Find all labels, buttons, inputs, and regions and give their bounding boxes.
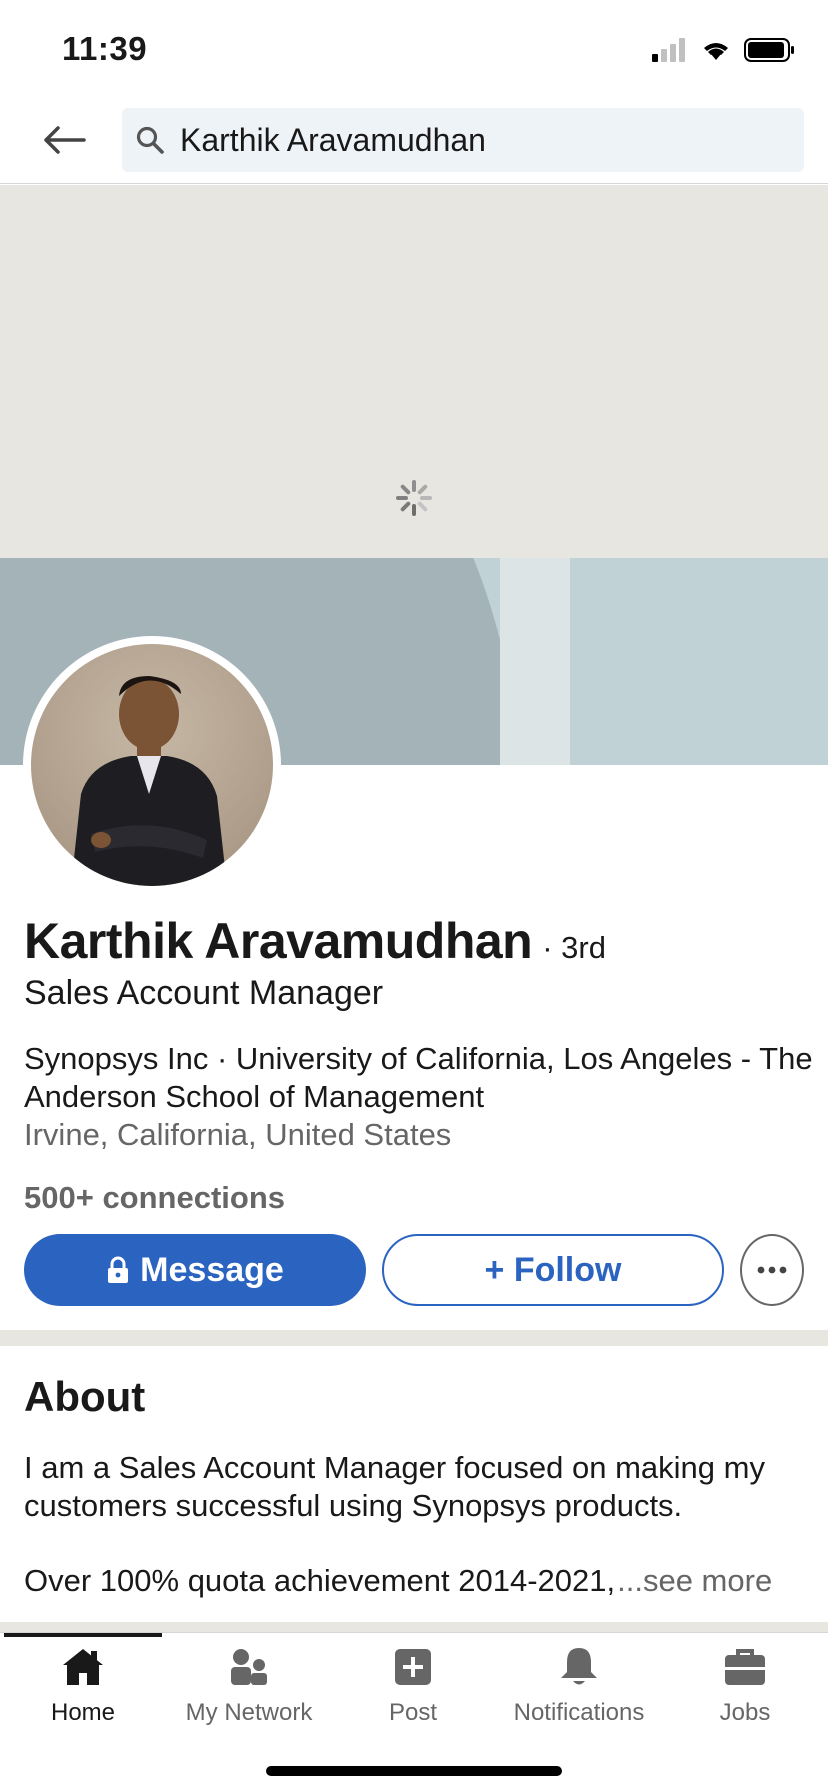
tab-post-label: Post (388, 1699, 438, 1726)
search-header: Karthik Aravamudhan (0, 96, 828, 184)
profile-name-row: Karthik Aravamudhan · 3rd (24, 912, 606, 970)
status-bar: 11:39 (0, 0, 828, 96)
cellular-signal-icon (652, 38, 685, 62)
back-arrow-icon (44, 126, 86, 154)
my-network-icon (225, 1643, 273, 1691)
search-icon (132, 122, 168, 158)
home-indicator (266, 1766, 562, 1776)
tab-home[interactable]: Home (0, 1643, 166, 1733)
lock-icon (108, 1256, 129, 1283)
message-button-label: Message (140, 1250, 284, 1289)
follow-button[interactable]: + Follow (382, 1234, 724, 1306)
search-query: Karthik Aravamudhan (180, 121, 486, 158)
connections-count[interactable]: 500+ connections (24, 1180, 285, 1216)
tab-post[interactable]: Post (330, 1643, 496, 1733)
section-divider-bottom (0, 1622, 828, 1632)
profile-location: Irvine, California, United States (24, 1117, 452, 1152)
jobs-icon (721, 1643, 769, 1691)
status-time: 11:39 (62, 30, 148, 67)
more-dots-icon (757, 1266, 787, 1274)
back-button[interactable] (36, 116, 92, 164)
search-input[interactable]: Karthik Aravamudhan (122, 108, 804, 172)
wifi-icon (704, 43, 728, 60)
post-icon (389, 1643, 437, 1691)
message-button[interactable]: Message (24, 1234, 366, 1306)
active-tab-indicator (4, 1633, 162, 1637)
tab-my-network[interactable]: My Network (166, 1643, 332, 1733)
loading-spinner-icon (396, 480, 432, 516)
home-icon (59, 1643, 107, 1691)
profile-headline: Sales Account Manager (24, 974, 384, 1012)
notifications-icon (555, 1643, 603, 1691)
profile-photo (31, 644, 273, 886)
avatar[interactable] (23, 636, 281, 894)
about-text: I am a Sales Account Manager focused on … (24, 1450, 765, 1523)
more-options-button[interactable] (740, 1234, 804, 1306)
tab-notifications-label: Notifications (513, 1699, 645, 1726)
follow-button-label: + Follow (484, 1250, 622, 1289)
see-more-link[interactable]: ...see more (617, 1563, 772, 1599)
about-line3: Over 100% quota achievement 2014-2021, (24, 1563, 616, 1598)
banner-strip (500, 558, 570, 765)
about-heading: About (24, 1373, 146, 1420)
profile-organizations[interactable]: Synopsys Inc · University of California,… (24, 1040, 814, 1116)
tab-jobs-label: Jobs (719, 1699, 771, 1726)
profile-name: Karthik Aravamudhan (24, 913, 533, 969)
battery-icon (744, 38, 794, 62)
tab-jobs[interactable]: Jobs (662, 1643, 828, 1733)
tab-home-label: Home (50, 1699, 116, 1726)
about-text-continued: Over 100% quota achievement 2014-2021, .… (24, 1563, 814, 1599)
status-icons (652, 34, 796, 66)
section-divider (0, 1330, 828, 1346)
connection-degree: · 3rd (542, 930, 606, 965)
tab-my-network-label: My Network (185, 1699, 313, 1726)
tab-notifications[interactable]: Notifications (496, 1643, 662, 1733)
